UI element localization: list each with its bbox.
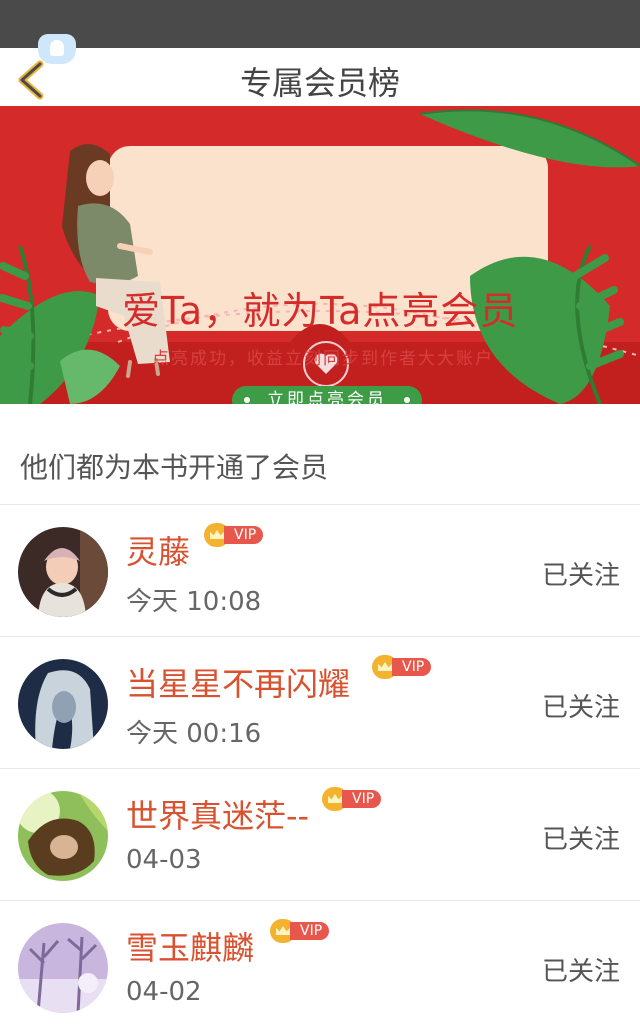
- vip-label: VIP: [224, 526, 264, 544]
- avatar[interactable]: [18, 659, 108, 749]
- member-time: 今天 10:08: [126, 587, 262, 617]
- promo-banner[interactable]: 爱Ta，就为Ta点亮会员 点亮成功，收益立刻同步到作者大大账户 立即点亮会员: [0, 106, 640, 404]
- dot-icon: [404, 397, 410, 403]
- member-name: 灵藤: [126, 533, 191, 571]
- dot-icon: [244, 397, 250, 403]
- member-row[interactable]: 当星星不再闪耀 VIP 今天 00:16 已关注: [0, 637, 640, 768]
- page-title: 专属会员榜: [239, 64, 400, 102]
- banner-title: 爱Ta，就为Ta点亮会员: [122, 289, 519, 333]
- bell-icon[interactable]: [38, 34, 76, 64]
- member-row[interactable]: 灵藤 VIP 今天 10:08 已关注: [0, 505, 640, 636]
- member-name: 当星星不再闪耀: [126, 665, 351, 703]
- member-name: 世界真迷茫--: [126, 797, 310, 835]
- nav-bar: 专属会员榜: [0, 48, 640, 106]
- avatar[interactable]: [18, 527, 108, 617]
- follow-button[interactable]: 已关注: [542, 687, 620, 724]
- member-time: 今天 00:16: [126, 719, 262, 749]
- section-heading: 他们都为本书开通了会员: [20, 451, 329, 484]
- member-row[interactable]: 世界真迷茫-- VIP 04-03 已关注: [0, 769, 640, 900]
- member-time: 04-03: [126, 845, 202, 875]
- vip-label: VIP: [392, 658, 432, 676]
- status-bar: [0, 0, 640, 48]
- member-time: 04-02: [126, 977, 202, 1007]
- vip-label: VIP: [290, 922, 330, 940]
- follow-button[interactable]: 已关注: [542, 951, 620, 988]
- avatar[interactable]: [18, 923, 108, 1013]
- avatar[interactable]: [18, 791, 108, 881]
- activate-vip-button[interactable]: 立即点亮会员: [232, 386, 422, 404]
- member-name: 雪玉麒麟: [126, 929, 255, 967]
- member-row[interactable]: 雪玉麒麟 VIP 04-02 已关注: [0, 901, 640, 1032]
- banner-subtitle: 点亮成功，收益立刻同步到作者大大账户: [152, 349, 494, 369]
- activate-vip-label: 立即点亮会员: [267, 390, 387, 404]
- follow-button[interactable]: 已关注: [542, 555, 620, 592]
- vip-label: VIP: [342, 790, 382, 808]
- follow-button[interactable]: 已关注: [542, 819, 620, 856]
